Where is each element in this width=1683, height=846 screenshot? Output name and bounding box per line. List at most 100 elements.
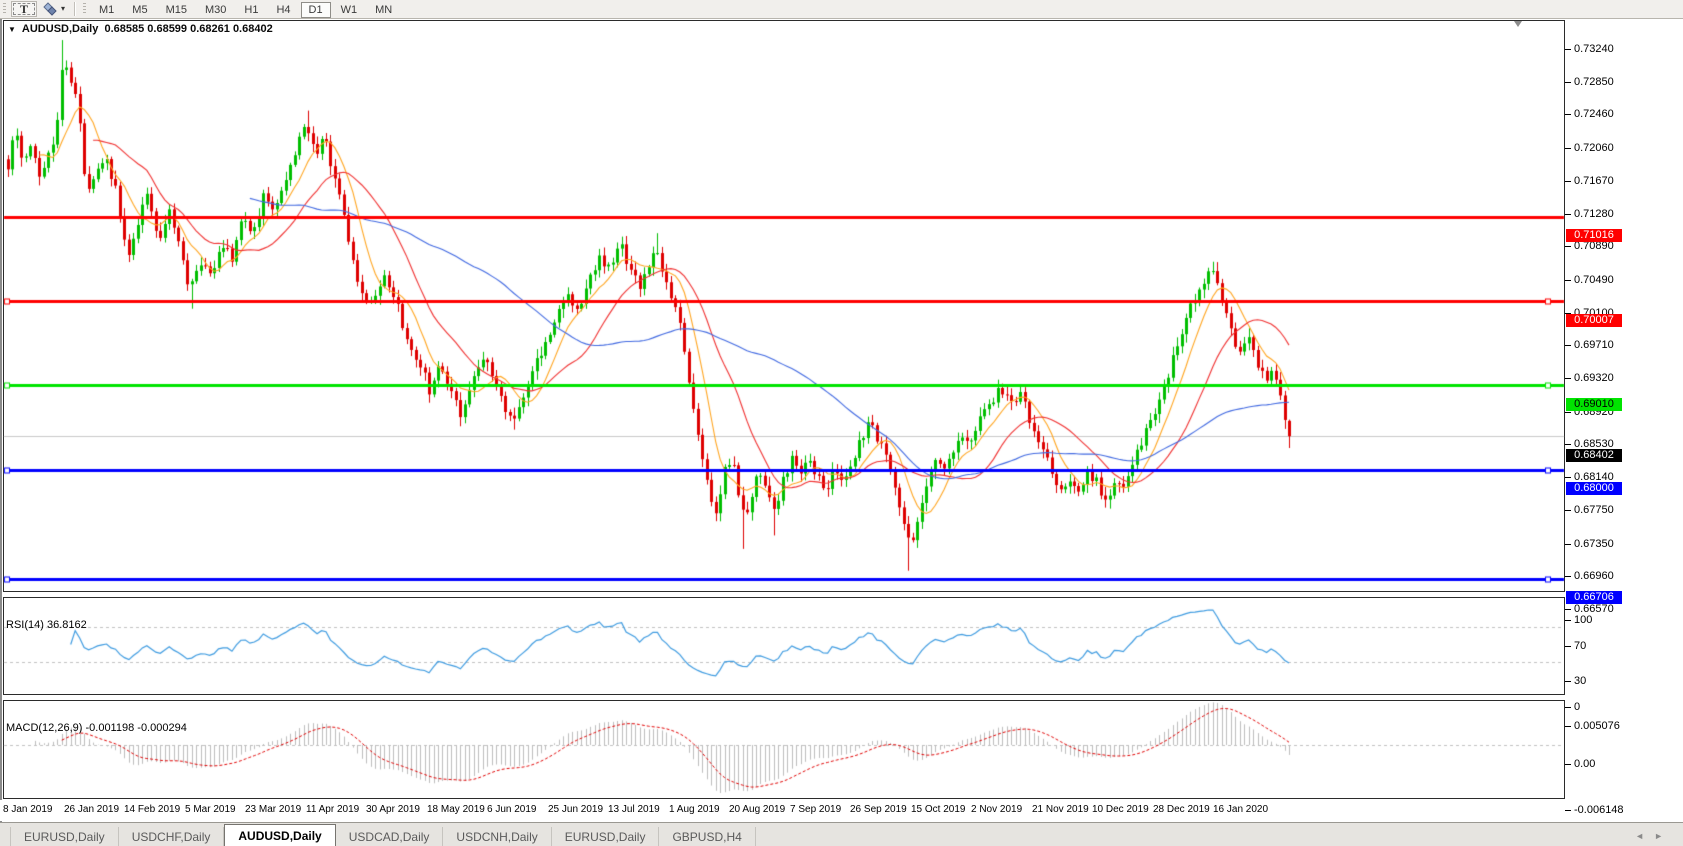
hline-price-label: 0.66706 (1566, 591, 1622, 604)
time-axis-label: 21 Nov 2019 (1032, 804, 1089, 815)
chart-tab-usdcad-daily[interactable]: USDCAD,Daily (336, 827, 444, 846)
rsi-axis-tick (1565, 646, 1571, 647)
price-axis-tick (1565, 609, 1571, 610)
macd-axis-label: 0.005076 (1574, 720, 1620, 732)
current-price-label: 0.68402 (1566, 449, 1622, 462)
time-axis-label: 16 Jan 2020 (1213, 804, 1268, 815)
ohlc-open: 0.68585 (104, 23, 144, 35)
price-axis-tick (1565, 576, 1571, 577)
time-axis: 8 Jan 201926 Jan 201914 Feb 20195 Mar 20… (0, 800, 1565, 821)
timeframe-button-m30[interactable]: M30 (197, 2, 234, 18)
price-axis-tick (1565, 246, 1571, 247)
tab-scroll-left-icon: ◄ (1635, 831, 1654, 841)
timeframe-button-m5[interactable]: M5 (124, 2, 155, 18)
time-axis-label: 1 Aug 2019 (669, 804, 720, 815)
chart-tabs-bar: EURUSD,DailyUSDCHF,DailyAUDUSD,DailyUSDC… (0, 822, 1683, 846)
timeframe-button-mn[interactable]: MN (367, 2, 400, 18)
price-axis-label: 0.72060 (1574, 142, 1614, 154)
time-axis-label: 30 Apr 2019 (366, 804, 420, 815)
ohlc-low: 0.68261 (190, 23, 230, 35)
price-axis-label: 0.69710 (1574, 339, 1614, 351)
macd-axis-label: 0.00 (1574, 758, 1595, 770)
price-axis-tick (1565, 114, 1571, 115)
toolbar-grip[interactable] (83, 3, 86, 15)
time-axis-label: 18 May 2019 (427, 804, 485, 815)
price-axis-tick (1565, 49, 1571, 50)
chart-shift-marker-icon (1514, 21, 1522, 27)
toolbar-grip[interactable] (3, 3, 6, 15)
rsi-indicator-label: RSI(14) 36.8162 (6, 619, 87, 631)
price-axis-label: 0.66960 (1574, 570, 1614, 582)
hline-price-label: 0.71016 (1566, 229, 1622, 242)
chart-tab-gbpusd-h4[interactable]: GBPUSD,H4 (659, 827, 755, 846)
price-axis-label: 0.67750 (1574, 504, 1614, 516)
rsi-axis-tick (1565, 707, 1571, 708)
rsi-axis-tick (1565, 681, 1571, 682)
chart-tab-eurusd-daily[interactable]: EURUSD,Daily (10, 827, 119, 846)
time-axis-label: 5 Mar 2019 (185, 804, 236, 815)
main-toolbar: T ▾ M1M5M15M30H1H4D1W1MN (0, 0, 1683, 19)
chart-tab-usdchf-daily[interactable]: USDCHF,Daily (119, 827, 225, 846)
price-axis-tick (1565, 378, 1571, 379)
time-axis-label: 14 Feb 2019 (124, 804, 180, 815)
price-axis-label: 0.71280 (1574, 208, 1614, 220)
time-axis-label: 7 Sep 2019 (790, 804, 841, 815)
macd-main-value: -0.001198 (85, 722, 134, 734)
price-axis-label: 0.69320 (1574, 372, 1614, 384)
time-axis-label: 6 Jun 2019 (487, 804, 537, 815)
timeframe-toolbar: M1M5M15M30H1H4D1W1MN (90, 0, 401, 18)
chart-title-overlay: ▼AUDUSD,Daily 0.68585 0.68599 0.68261 0.… (8, 23, 273, 35)
time-axis-label: 25 Jun 2019 (548, 804, 603, 815)
timeframe-button-h1[interactable]: H1 (236, 2, 266, 18)
chart-canvas[interactable] (0, 19, 1683, 822)
style-tool-icon (43, 2, 58, 16)
price-axis-tick (1565, 477, 1571, 478)
chart-symbol-label: AUDUSD,Daily (22, 23, 98, 35)
macd-axis-tick (1565, 810, 1571, 811)
rsi-value: 36.8162 (47, 619, 87, 631)
price-axis-label: 0.72850 (1574, 76, 1614, 88)
time-axis-label: 2 Nov 2019 (971, 804, 1022, 815)
price-axis-tick (1565, 82, 1571, 83)
time-axis-label: 23 Mar 2019 (245, 804, 301, 815)
price-axis-tick (1565, 544, 1571, 545)
tab-scroll-arrows[interactable]: ◄► (1635, 831, 1673, 841)
price-axis-tick (1565, 510, 1571, 511)
price-axis-tick (1565, 412, 1571, 413)
price-axis-label: 0.70490 (1574, 274, 1614, 286)
price-axis-tick (1565, 280, 1571, 281)
time-axis-label: 15 Oct 2019 (911, 804, 965, 815)
toolbar-separator (74, 2, 76, 16)
time-axis-label: 10 Dec 2019 (1092, 804, 1149, 815)
chart-tab-eurusd-daily[interactable]: EURUSD,Daily (552, 827, 660, 846)
rsi-axis-tick (1565, 620, 1571, 621)
price-axis-tick (1565, 444, 1571, 445)
rsi-axis-label: 30 (1574, 675, 1586, 687)
timeframe-button-m15[interactable]: M15 (158, 2, 195, 18)
price-axis-tick (1565, 345, 1571, 346)
tab-scroll-right-icon: ► (1654, 831, 1673, 841)
macd-axis-label: -0.006148 (1574, 804, 1624, 816)
price-axis-label: 0.67350 (1574, 538, 1614, 550)
chart-tab-usdcnh-daily[interactable]: USDCNH,Daily (443, 827, 551, 846)
chevron-down-icon: ▾ (61, 2, 65, 16)
time-axis-label: 11 Apr 2019 (306, 804, 359, 815)
price-axis-label: 0.72460 (1574, 108, 1614, 120)
timeframe-button-d1[interactable]: D1 (301, 2, 331, 18)
price-axis-tick (1565, 181, 1571, 182)
chart-tab-audusd-daily[interactable]: AUDUSD,Daily (224, 824, 335, 846)
text-tool-button[interactable]: T (11, 1, 37, 17)
price-axis-tick (1565, 214, 1571, 215)
timeframe-button-w1[interactable]: W1 (333, 2, 366, 18)
price-axis-label: 0.71670 (1574, 175, 1614, 187)
style-tool-button[interactable]: ▾ (39, 1, 69, 17)
rsi-axis-label: 0 (1574, 701, 1580, 713)
time-axis-label: 13 Jul 2019 (608, 804, 660, 815)
timeframe-button-h4[interactable]: H4 (268, 2, 298, 18)
time-axis-label: 20 Aug 2019 (729, 804, 785, 815)
price-axis-label: 0.68140 (1574, 471, 1614, 483)
timeframe-button-m1[interactable]: M1 (91, 2, 122, 18)
macd-signal-value: -0.000294 (137, 722, 187, 734)
price-axis-label: 0.73240 (1574, 43, 1614, 55)
time-axis-label: 26 Sep 2019 (850, 804, 907, 815)
